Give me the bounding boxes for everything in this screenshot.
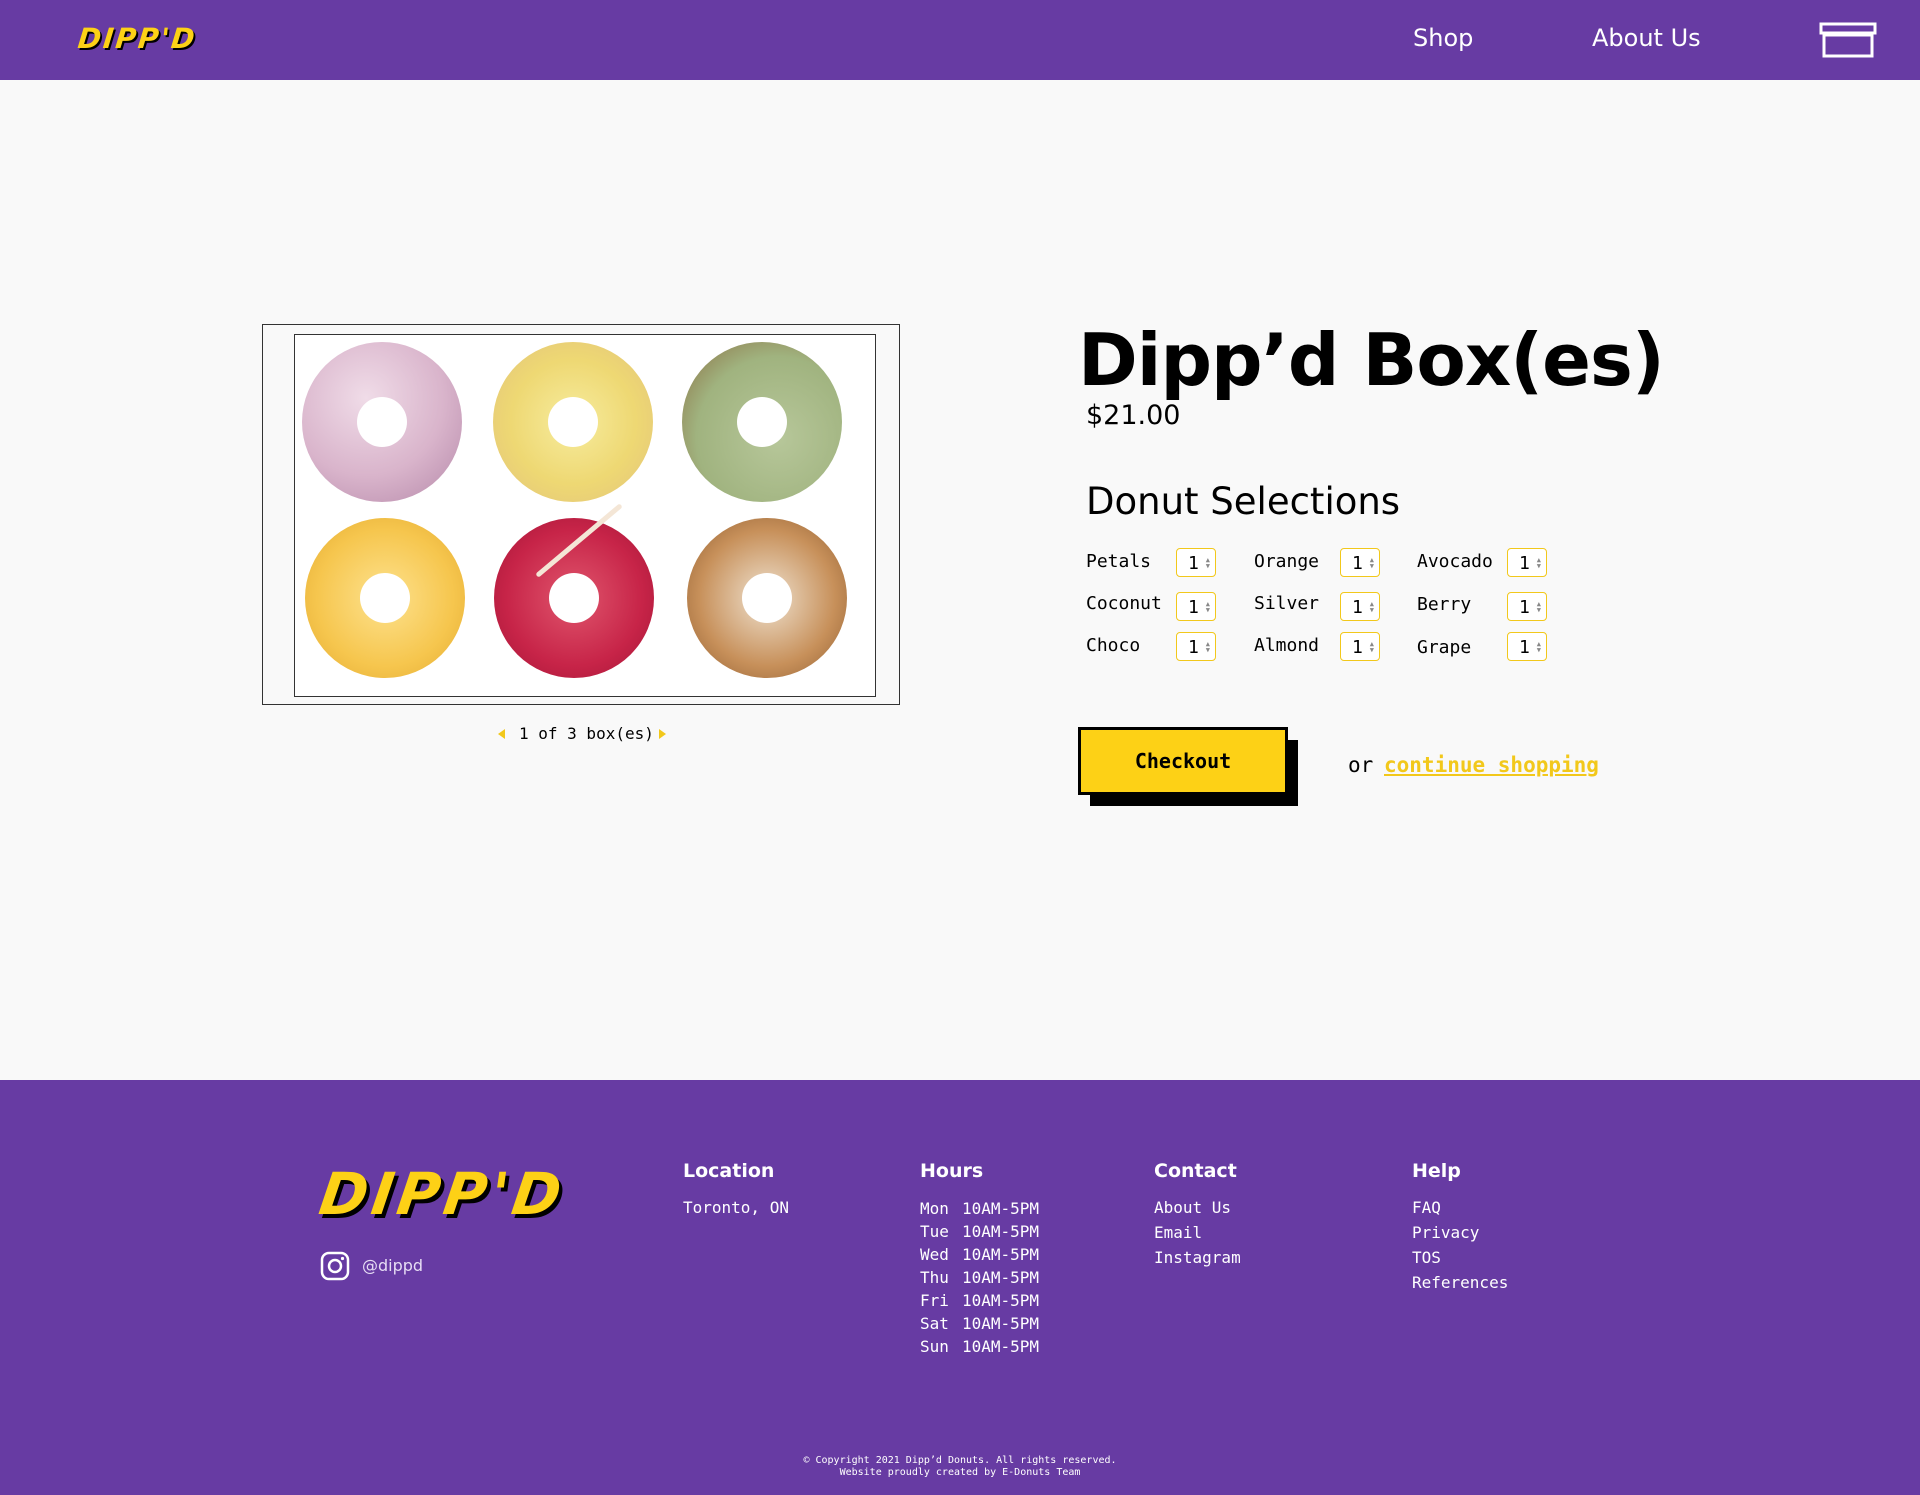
footer-instagram-link[interactable]: Instagram <box>1154 1248 1241 1267</box>
location-heading: Location <box>683 1160 775 1182</box>
copyright-notice: © Copyright 2021 Dipp’d Donuts. All righ… <box>0 1455 1920 1479</box>
quantity-stepper[interactable]: 1 ▲ ▼ <box>1507 548 1547 577</box>
flavor-label: Berry <box>1417 594 1472 615</box>
site-header: DIPP'D Shop About Us <box>0 0 1920 80</box>
hours-time: 10AM-5PM <box>962 1222 1040 1241</box>
flavor-label: Orange <box>1254 551 1320 572</box>
footer-tos-link[interactable]: TOS <box>1412 1248 1441 1267</box>
almond-donut-image <box>687 518 847 678</box>
orange-donut-image <box>305 518 465 678</box>
donut-selections-heading: Donut Selections <box>1086 480 1401 523</box>
hours-day: Tue <box>920 1222 949 1241</box>
footer-logo: DIPP'D <box>315 1160 570 1228</box>
hours-time: 10AM-5PM <box>962 1268 1040 1287</box>
nav-about-link[interactable]: About Us <box>1592 24 1701 52</box>
help-heading: Help <box>1412 1160 1461 1182</box>
flavor-label: Avocado <box>1417 551 1493 572</box>
flavor-label: Almond <box>1254 635 1320 656</box>
copyright-text: © Copyright 2021 Dipp’d Donuts. All righ… <box>803 1455 1117 1466</box>
product-carousel <box>262 324 900 705</box>
quantity-stepper[interactable]: 1 ▲ ▼ <box>1340 592 1380 621</box>
hours-time: 10AM-5PM <box>962 1245 1040 1264</box>
product-price: $21.00 <box>1086 400 1181 431</box>
header-logo[interactable]: DIPP'D <box>76 22 198 55</box>
hours-day: Wed <box>920 1245 949 1264</box>
or-text: or <box>1348 753 1374 777</box>
quantity-stepper[interactable]: 1 ▲ ▼ <box>1507 592 1547 621</box>
donut-box-image <box>294 334 876 697</box>
contact-heading: Contact <box>1154 1160 1237 1182</box>
box-icon[interactable] <box>1819 22 1877 58</box>
hours-day: Thu <box>920 1268 949 1287</box>
location-value: Toronto, ON <box>683 1198 789 1217</box>
petals-donut-image <box>302 342 462 502</box>
hours-heading: Hours <box>920 1160 984 1182</box>
carousel-pagination: 1 of 3 box(es) <box>498 724 666 746</box>
quantity-stepper[interactable]: 1 ▲ ▼ <box>1340 632 1380 661</box>
flavor-label: Silver <box>1254 593 1320 614</box>
instagram-icon[interactable] <box>320 1251 350 1281</box>
footer-about-link[interactable]: About Us <box>1154 1198 1231 1217</box>
flavor-label: Choco <box>1086 635 1141 656</box>
instagram-handle[interactable]: @dippd <box>362 1256 423 1275</box>
hours-time: 10AM-5PM <box>962 1314 1040 1333</box>
flavor-label: Grape <box>1417 637 1472 658</box>
avocado-donut-image <box>682 342 842 502</box>
checkout-button[interactable]: Checkout <box>1078 727 1288 795</box>
hours-day: Sat <box>920 1314 949 1333</box>
hours-day: Sun <box>920 1337 949 1356</box>
coconut-donut-image <box>493 342 653 502</box>
quantity-stepper[interactable]: 1 ▲ ▼ <box>1176 548 1216 577</box>
credit-text: Website proudly created by E-Donuts Team <box>839 1467 1081 1478</box>
carousel-prev-icon[interactable] <box>498 729 505 739</box>
site-footer: DIPP'D @dippd Location Toronto, ON Hours… <box>0 1080 1920 1495</box>
hours-day: Mon <box>920 1199 949 1218</box>
footer-privacy-link[interactable]: Privacy <box>1412 1223 1479 1242</box>
nav-shop-link[interactable]: Shop <box>1413 24 1473 52</box>
carousel-next-icon[interactable] <box>659 729 666 739</box>
berry-donut-image <box>494 503 654 678</box>
footer-faq-link[interactable]: FAQ <box>1412 1198 1441 1217</box>
quantity-stepper[interactable]: 1 ▲ ▼ <box>1340 548 1380 577</box>
hours-day: Fri <box>920 1291 949 1310</box>
flavor-label: Petals <box>1086 551 1152 572</box>
footer-email-link[interactable]: Email <box>1154 1223 1202 1242</box>
product-title: Dipp’d Box(es) <box>1078 318 1665 402</box>
hours-time: 10AM-5PM <box>962 1199 1040 1218</box>
flavor-label: Coconut <box>1086 593 1162 614</box>
carousel-page-label: 1 of 3 box(es) <box>519 724 654 743</box>
footer-references-link[interactable]: References <box>1412 1273 1508 1292</box>
continue-shopping-link[interactable]: continue shopping <box>1384 753 1599 777</box>
quantity-stepper[interactable]: 1 ▲ ▼ <box>1176 592 1216 621</box>
hours-time: 10AM-5PM <box>962 1291 1040 1310</box>
quantity-stepper[interactable]: 1 ▲ ▼ <box>1176 632 1216 661</box>
quantity-stepper[interactable]: 1 ▲ ▼ <box>1507 632 1547 661</box>
hours-time: 10AM-5PM <box>962 1337 1040 1356</box>
